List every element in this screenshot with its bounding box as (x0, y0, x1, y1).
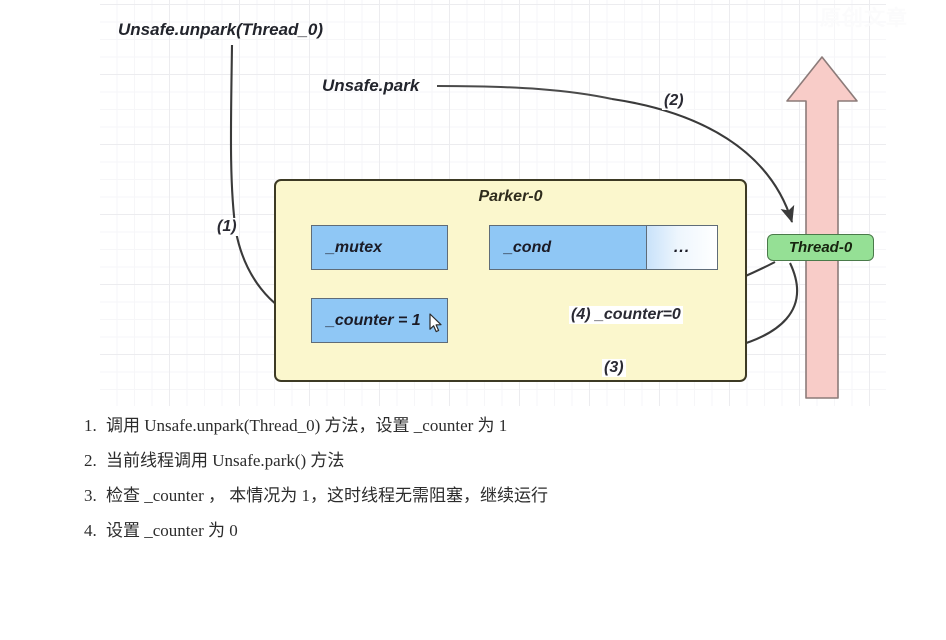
counter-field[interactable]: _counter = 1 (311, 298, 448, 343)
list-item: 3. 检查 _counter ， 本情况为 1，这时线程无需阻塞，继续运行 (0, 478, 946, 513)
list-item-text: 检查 _counter ， 本情况为 1，这时线程无需阻塞，继续运行 (106, 486, 548, 505)
thread-timeline-arrow (786, 56, 858, 399)
steps-list: 1. 调用 Unsafe.unpark(Thread_0) 方法，设置 _cou… (0, 408, 946, 548)
step-4-tag: (4) _counter=0 (569, 306, 683, 324)
mouse-cursor-icon (429, 313, 442, 333)
step-2-tag: (2) (662, 92, 686, 110)
list-item-text: 当前线程调用 Unsafe.park() 方法 (106, 451, 345, 470)
step-1-tag: (1) (215, 218, 239, 236)
list-item-text: 调用 Unsafe.unpark(Thread_0) 方法，设置 _counte… (106, 416, 508, 435)
mutex-field[interactable]: _mutex (311, 225, 448, 270)
park-call-label: Unsafe.park (322, 76, 420, 95)
thread-node-label: Thread-0 (788, 239, 853, 256)
more-fields-label: ... (673, 238, 691, 256)
list-item: 2. 当前线程调用 Unsafe.park() 方法 (0, 443, 946, 478)
list-item-number: 4. (84, 521, 97, 540)
step-3-tag: (3) (602, 359, 626, 377)
parker-container: Parker-0 (274, 179, 747, 382)
list-item-text: 设置 _counter 为 0 (106, 521, 238, 540)
list-item-number: 2. (84, 451, 97, 470)
counter-field-label: _counter = 1 (326, 311, 421, 329)
list-item-number: 3. (84, 486, 97, 505)
list-item: 1. 调用 Unsafe.unpark(Thread_0) 方法，设置 _cou… (0, 408, 946, 443)
park-label-leader (436, 85, 613, 100)
cond-field-label: _cond (504, 238, 552, 256)
list-item: 4. 设置 _counter 为 0 (0, 513, 946, 548)
diagram-canvas: 原创文章 Parker-0 _mutex _cond ... _counter … (0, 0, 946, 410)
page-root: 原创文章 Parker-0 _mutex _cond ... _counter … (0, 0, 946, 640)
mutex-field-label: _mutex (326, 238, 383, 256)
parker-title: Parker-0 (478, 188, 543, 205)
cond-field[interactable]: _cond (489, 225, 647, 270)
more-fields-box[interactable]: ... (646, 225, 718, 270)
thread-node[interactable]: Thread-0 (767, 234, 874, 261)
list-item-number: 1. (84, 416, 97, 435)
unpark-call-label: Unsafe.unpark(Thread_0) (118, 20, 323, 39)
